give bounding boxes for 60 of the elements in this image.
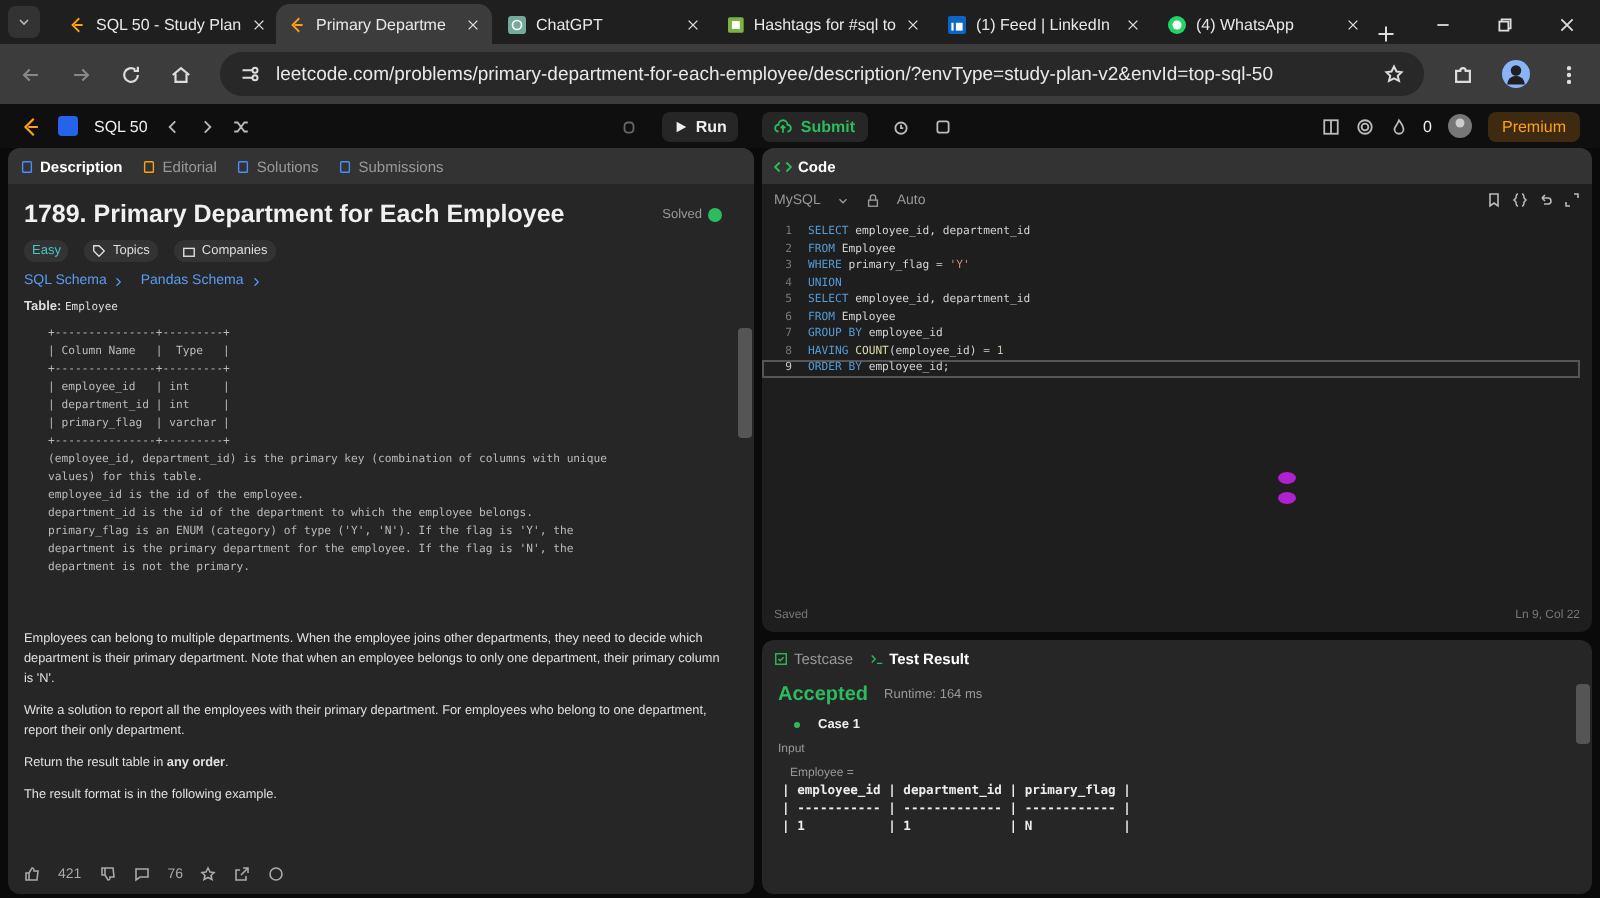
share-icon[interactable] (234, 866, 251, 882)
chevron-right-icon (249, 275, 262, 287)
browser-tab[interactable]: ChatGPT (496, 4, 712, 44)
code-icon (774, 157, 792, 175)
profile-avatar[interactable] (1502, 60, 1530, 88)
checkbox-icon (774, 651, 788, 665)
premium-button[interactable]: Premium (1487, 111, 1580, 141)
restore-icon[interactable] (1496, 15, 1514, 33)
scrollbar-thumb[interactable] (738, 328, 752, 438)
alarm-clock-icon[interactable] (891, 117, 910, 135)
cloud-upload-icon (774, 117, 793, 135)
undo-icon[interactable] (1538, 192, 1554, 208)
user-avatar[interactable] (1447, 114, 1472, 138)
settings-icon[interactable] (1355, 117, 1374, 135)
thumbs-down-icon[interactable] (99, 866, 116, 882)
close-icon[interactable] (906, 17, 920, 31)
scrollbar-thumb[interactable] (1576, 684, 1590, 744)
lock-icon (866, 193, 881, 207)
close-icon[interactable] (1126, 17, 1140, 31)
chevron-right-icon (112, 275, 125, 287)
star-icon[interactable] (200, 866, 217, 882)
comment-icon[interactable] (133, 866, 150, 882)
close-icon[interactable] (686, 17, 700, 31)
site-settings-icon (240, 64, 260, 84)
close-icon[interactable] (1558, 15, 1576, 33)
close-icon[interactable] (466, 17, 480, 31)
terminal-icon (869, 651, 884, 665)
run-button[interactable]: Run (661, 111, 739, 141)
expand-icon[interactable] (1564, 192, 1580, 208)
verdict-text: Accepted (778, 684, 869, 706)
chevron-down-icon (836, 193, 851, 207)
thumbs-up-icon[interactable] (24, 866, 40, 882)
forward-arrow-icon[interactable] (70, 63, 92, 85)
problem-list-name[interactable]: SQL 50 (94, 117, 148, 135)
back-arrow-icon[interactable] (20, 63, 42, 85)
close-icon[interactable] (251, 17, 266, 31)
play-icon (673, 119, 688, 133)
braces-icon[interactable] (1512, 192, 1528, 208)
layout-icon[interactable] (1321, 117, 1340, 135)
address-bar[interactable]: leetcode.com/problems/primary-department-for-each-employee/description/?envType=study-plan-v2&envId=top-sql-50 (220, 52, 1424, 96)
streak-count: 0 (1423, 117, 1432, 135)
browser-tab[interactable]: (4) WhatsApp (1156, 4, 1372, 44)
home-icon[interactable] (170, 63, 192, 85)
problem-title: 1789. Primary Department for Each Employee (24, 200, 565, 228)
browser-tab[interactable]: Hashtags for #sql to (716, 4, 932, 44)
puzzle-icon[interactable] (1452, 63, 1474, 85)
chevron-down-icon (16, 14, 32, 30)
briefcase-icon (181, 244, 196, 258)
reload-icon[interactable] (120, 63, 142, 85)
shuffle-icon[interactable] (231, 117, 250, 135)
browser-tab[interactable]: (1) Feed | LinkedIn (936, 4, 1152, 44)
close-icon[interactable] (1346, 17, 1360, 31)
browser-tab[interactable]: SQL 50 - Study Plan (56, 4, 272, 44)
tab-list-button[interactable] (8, 6, 40, 38)
bookmark-icon[interactable] (1486, 192, 1502, 208)
submit-button[interactable]: Submit (762, 111, 868, 141)
tag-icon (92, 244, 107, 258)
browser-tab[interactable]: Primary Departme (276, 4, 492, 44)
new-tab-icon[interactable] (1376, 24, 1396, 44)
dot-icon (794, 722, 800, 728)
